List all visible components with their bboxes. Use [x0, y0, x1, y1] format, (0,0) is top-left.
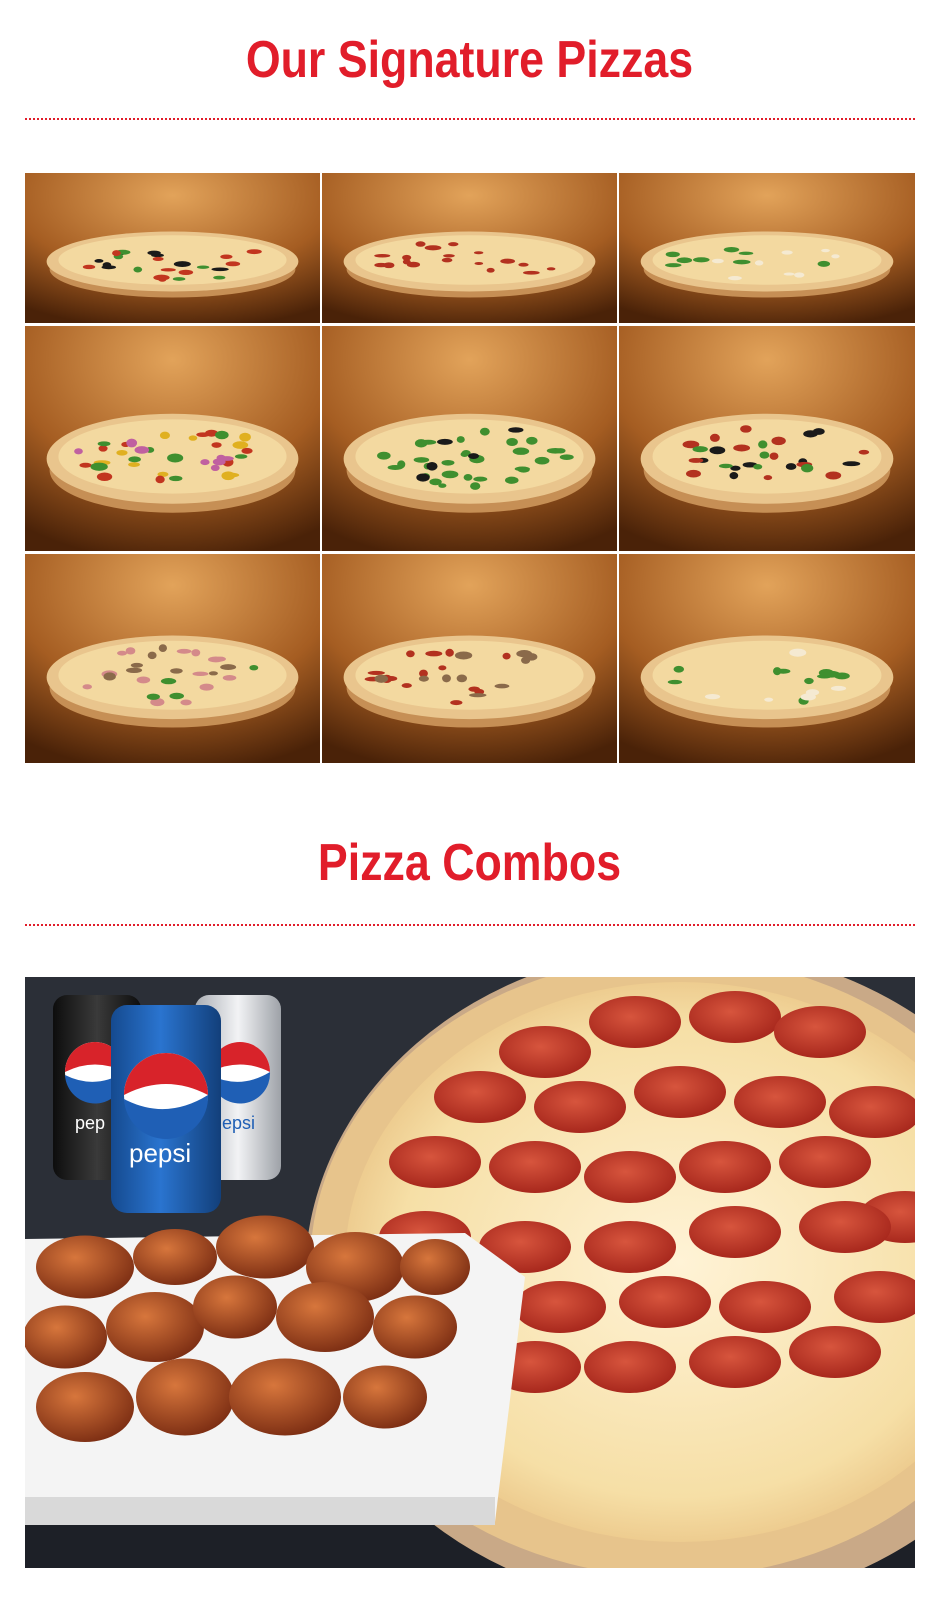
pizza-tile[interactable]: [619, 554, 915, 763]
signature-pizzas-title: Our Signature Pizzas: [245, 31, 694, 89]
pepsi-can-blue: pepsi: [111, 1005, 221, 1213]
pizza-tile[interactable]: [322, 173, 617, 323]
section-divider: [25, 118, 915, 120]
pizza-tile[interactable]: [322, 326, 617, 551]
svg-text:pep: pep: [75, 1113, 105, 1133]
pizza-gallery: [25, 173, 915, 763]
pizza-tile[interactable]: [25, 326, 320, 551]
pizza-tile[interactable]: [619, 326, 915, 551]
pizza-tile[interactable]: [25, 554, 320, 763]
section-divider: [25, 924, 915, 926]
pizza-tile[interactable]: [322, 554, 617, 763]
pizza-tile[interactable]: [25, 173, 320, 323]
pizza-combo-image[interactable]: pep epsi pepsi: [25, 977, 915, 1568]
svg-text:epsi: epsi: [222, 1113, 255, 1133]
pizza-combos-title: Pizza Combos: [317, 834, 622, 892]
pizza-tile[interactable]: [619, 173, 915, 323]
svg-text:pepsi: pepsi: [129, 1138, 191, 1168]
